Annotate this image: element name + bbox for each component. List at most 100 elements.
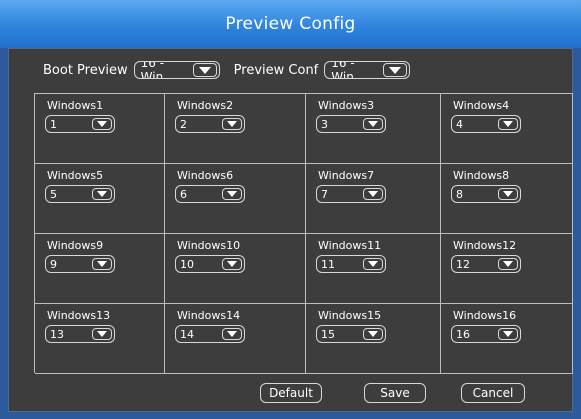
window-channel-value: 5: [50, 187, 57, 201]
window-cell: Windows9 9: [35, 234, 165, 304]
dropdown-arrow-icon: [227, 261, 237, 267]
window-channel-select[interactable]: 9: [45, 255, 115, 273]
window-channel-dropdown-button[interactable]: [498, 188, 518, 200]
window-channel-value: 8: [456, 187, 463, 201]
window-cell: Windows3 3: [306, 94, 441, 164]
window-label: Windows6: [177, 169, 234, 182]
window-channel-dropdown-button[interactable]: [363, 258, 383, 270]
window-cell: Windows15 15: [306, 304, 441, 374]
window-channel-value: 14: [180, 327, 194, 341]
window-channel-value: 7: [321, 187, 328, 201]
cancel-button[interactable]: Cancel: [461, 383, 525, 403]
dropdown-arrow-icon: [368, 121, 378, 127]
dropdown-arrow-icon: [97, 121, 107, 127]
window-channel-select[interactable]: 6: [175, 185, 245, 203]
window-cell: Windows11 11: [306, 234, 441, 304]
window-cell: Windows1 1: [35, 94, 165, 164]
window-cell: Windows5 5: [35, 164, 165, 234]
window-channel-dropdown-button[interactable]: [222, 258, 242, 270]
boot-preview-select[interactable]: 16 - Win: [133, 61, 220, 79]
window-label: Windows9: [47, 239, 104, 252]
window-label: Windows11: [318, 239, 382, 252]
boot-preview-label: Boot Preview: [43, 62, 128, 78]
window-label: Windows16: [453, 309, 517, 322]
window-channel-value: 3: [321, 117, 328, 131]
window-channel-select[interactable]: 10: [175, 255, 245, 273]
window-channel-select[interactable]: 14: [175, 325, 245, 343]
window-channel-value: 16: [456, 327, 470, 341]
window-cell: Windows16 16: [441, 304, 573, 374]
window-channel-select[interactable]: 15: [316, 325, 386, 343]
window-cell: Windows13 13: [35, 304, 165, 374]
window-cell: Windows4 4: [441, 94, 573, 164]
window-channel-select[interactable]: 2: [175, 115, 245, 133]
preview-conf-select[interactable]: 16 - Win: [324, 61, 411, 79]
default-button[interactable]: Default: [260, 383, 322, 403]
window-channel-value: 1: [50, 117, 57, 131]
dropdown-arrow-icon: [389, 66, 402, 74]
window-label: Windows5: [47, 169, 104, 182]
window-channel-select[interactable]: 4: [451, 115, 521, 133]
dropdown-arrow-icon: [503, 331, 513, 337]
window-label: Windows4: [453, 99, 510, 112]
window-channel-dropdown-button[interactable]: [363, 188, 383, 200]
boot-preview-value: 16 - Win: [140, 61, 165, 79]
window-channel-select[interactable]: 13: [45, 325, 115, 343]
window-channel-select[interactable]: 11: [316, 255, 386, 273]
window-channel-value: 9: [50, 257, 57, 271]
window-cell: Windows8 8: [441, 164, 573, 234]
window-channel-dropdown-button[interactable]: [222, 328, 242, 340]
window-label: Windows15: [318, 309, 382, 322]
window-channel-dropdown-button[interactable]: [92, 258, 112, 270]
window-channel-select[interactable]: 1: [45, 115, 115, 133]
preview-conf-label: Preview Conf: [233, 62, 319, 78]
window-channel-dropdown-button[interactable]: [498, 118, 518, 130]
window-cell: Windows14 14: [165, 304, 306, 374]
preview-conf-dropdown-button[interactable]: [383, 63, 408, 77]
window-cell: Windows12 12: [441, 234, 573, 304]
window-channel-value: 10: [180, 257, 194, 271]
window-title: Preview Config: [0, 0, 581, 48]
window-channel-dropdown-button[interactable]: [92, 188, 112, 200]
window-channel-value: 13: [50, 327, 64, 341]
window-channel-select[interactable]: 3: [316, 115, 386, 133]
preview-config-window: Preview Config Boot Preview 16 - Win Pre…: [0, 0, 581, 419]
dropdown-arrow-icon: [503, 261, 513, 267]
dropdown-arrow-icon: [97, 331, 107, 337]
window-channel-select[interactable]: 5: [45, 185, 115, 203]
window-channel-dropdown-button[interactable]: [363, 328, 383, 340]
dropdown-arrow-icon: [97, 261, 107, 267]
window-cell: Windows10 10: [165, 234, 306, 304]
window-channel-dropdown-button[interactable]: [363, 118, 383, 130]
window-channel-value: 2: [180, 117, 187, 131]
windows-grid: Windows1 1 Windows2 2 Windows3 3 Windows4 4 Wind…: [34, 93, 573, 374]
window-channel-dropdown-button[interactable]: [222, 118, 242, 130]
dropdown-arrow-icon: [368, 331, 378, 337]
window-channel-dropdown-button[interactable]: [92, 118, 112, 130]
window-channel-value: 15: [321, 327, 335, 341]
window-label: Windows10: [177, 239, 241, 252]
window-channel-select[interactable]: 16: [451, 325, 521, 343]
boot-preview-dropdown-button[interactable]: [192, 63, 217, 77]
dropdown-arrow-icon: [227, 121, 237, 127]
window-channel-select[interactable]: 7: [316, 185, 386, 203]
window-channel-dropdown-button[interactable]: [92, 328, 112, 340]
dropdown-arrow-icon: [97, 191, 107, 197]
dropdown-arrow-icon: [227, 331, 237, 337]
window-channel-dropdown-button[interactable]: [498, 328, 518, 340]
preview-conf-value: 16 - Win: [331, 61, 355, 79]
window-channel-value: 11: [321, 257, 335, 271]
window-channel-select[interactable]: 8: [451, 185, 521, 203]
action-buttons: Default Save Cancel: [9, 383, 572, 403]
preview-settings-row: Boot Preview 16 - Win Preview Conf 16 - …: [43, 59, 411, 81]
dropdown-arrow-icon: [503, 121, 513, 127]
window-cell: Windows2 2: [165, 94, 306, 164]
window-channel-dropdown-button[interactable]: [498, 258, 518, 270]
window-channel-dropdown-button[interactable]: [222, 188, 242, 200]
dropdown-arrow-icon: [368, 191, 378, 197]
window-channel-select[interactable]: 12: [451, 255, 521, 273]
save-button[interactable]: Save: [364, 383, 426, 403]
window-label: Windows12: [453, 239, 517, 252]
dropdown-arrow-icon: [198, 66, 211, 74]
window-label: Windows3: [318, 99, 375, 112]
